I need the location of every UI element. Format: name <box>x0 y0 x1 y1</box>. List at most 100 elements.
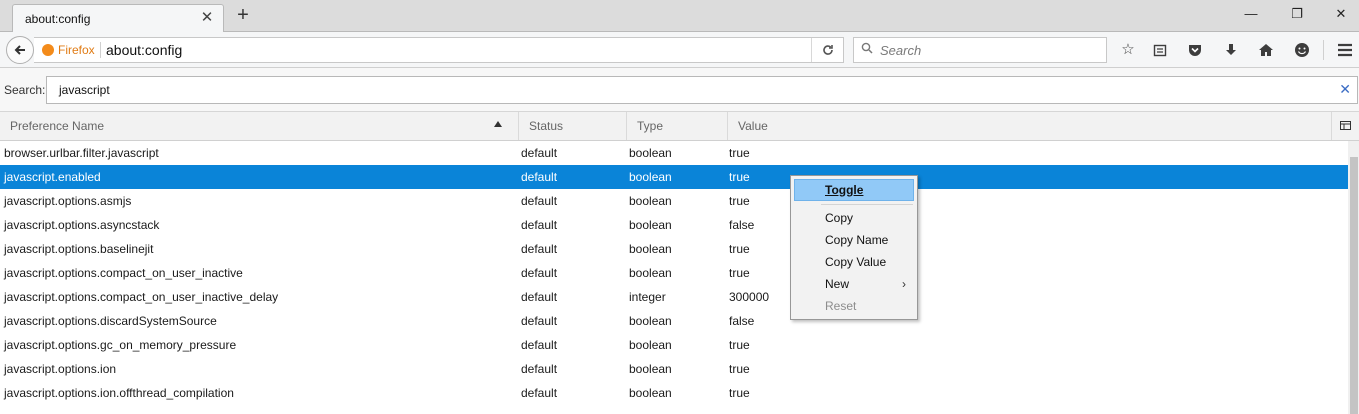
type-cell: boolean <box>629 170 672 184</box>
column-label: Status <box>529 119 564 133</box>
preference-name-cell: javascript.options.discardSystemSource <box>4 314 217 328</box>
status-cell: default <box>521 386 558 400</box>
preference-name-cell: javascript.options.ion.offthread_compila… <box>4 386 234 400</box>
preference-name-cell: javascript.options.asyncstack <box>4 218 160 232</box>
column-label: Type <box>637 119 664 133</box>
menu-item-new[interactable]: New › <box>794 273 914 295</box>
menu-item-copy-name[interactable]: Copy Name <box>794 229 914 251</box>
table-row[interactable]: javascript.options.gc_on_memory_pressure… <box>0 333 1348 357</box>
value-cell: true <box>729 266 750 280</box>
table-row[interactable]: browser.urlbar.filter.javascript default… <box>0 141 1348 165</box>
menu-item-copy[interactable]: Copy <box>794 207 914 229</box>
bookmark-star-icon[interactable]: ☆ <box>1118 40 1138 60</box>
menu-item-label: Copy Name <box>825 233 889 247</box>
status-cell: default <box>521 194 558 208</box>
vertical-scrollbar[interactable] <box>1348 141 1359 414</box>
pocket-icon[interactable] <box>1185 40 1205 60</box>
minimize-button[interactable]: — <box>1236 4 1266 24</box>
value-cell: true <box>729 362 750 376</box>
toolbar-separator <box>1323 40 1324 60</box>
table-row[interactable]: javascript.options.asyncstack default bo… <box>0 213 1348 237</box>
value-cell: false <box>729 314 755 328</box>
table-row[interactable]: javascript.options.ion.offthread_compila… <box>0 381 1348 405</box>
back-arrow-icon[interactable] <box>6 36 34 64</box>
clear-filter-icon[interactable]: ✕ <box>1339 81 1351 98</box>
table-row[interactable]: javascript.options.baselinejit default b… <box>0 237 1348 261</box>
status-cell: default <box>521 266 558 280</box>
reading-list-icon[interactable] <box>1150 40 1170 60</box>
preference-name-cell: javascript.enabled <box>4 170 101 184</box>
menu-item-toggle[interactable]: Toggle <box>794 179 914 201</box>
menu-item-label: Toggle <box>825 183 864 197</box>
url-text[interactable]: about:config <box>106 42 182 58</box>
firefox-logo-icon <box>42 44 54 56</box>
download-icon[interactable] <box>1221 40 1241 60</box>
menu-item-label: New <box>825 277 850 291</box>
value-cell: false <box>729 218 755 232</box>
table-row[interactable]: javascript.options.discardSystemSource d… <box>0 309 1348 333</box>
column-header: Preference Name Status Type Value <box>0 112 1359 141</box>
type-cell: boolean <box>629 218 672 232</box>
smiley-icon[interactable] <box>1292 40 1312 60</box>
status-cell: default <box>521 362 558 376</box>
url-bar[interactable]: Firefox about:config <box>34 37 844 63</box>
column-value[interactable]: Value <box>727 112 1331 140</box>
preference-name-cell: javascript.options.asmjs <box>4 194 132 208</box>
tab-title: about:config <box>25 12 91 26</box>
url-separator <box>100 42 101 58</box>
type-cell: boolean <box>629 266 672 280</box>
hamburger-menu-icon[interactable] <box>1335 40 1355 60</box>
type-cell: boolean <box>629 242 672 256</box>
submenu-arrow-icon: › <box>902 277 906 291</box>
identity-label[interactable]: Firefox <box>58 43 95 57</box>
column-picker-icon[interactable] <box>1331 112 1359 140</box>
preference-name-cell: browser.urlbar.filter.javascript <box>4 146 159 160</box>
menu-item-label: Copy Value <box>825 255 887 269</box>
home-icon[interactable] <box>1256 40 1276 60</box>
value-cell: true <box>729 242 750 256</box>
filter-value[interactable]: javascript <box>59 83 110 97</box>
tab-close-icon[interactable]: ✕ <box>199 10 215 26</box>
column-preference-name[interactable]: Preference Name <box>0 112 518 140</box>
type-cell: boolean <box>629 338 672 352</box>
type-cell: boolean <box>629 314 672 328</box>
column-label: Preference Name <box>10 119 105 133</box>
value-cell: true <box>729 146 750 160</box>
search-placeholder: Search <box>880 43 922 58</box>
column-status[interactable]: Status <box>518 112 626 140</box>
value-cell: true <box>729 338 750 352</box>
value-cell: true <box>729 194 750 208</box>
context-menu: Toggle Copy Copy Name Copy Value New › Re… <box>790 175 918 320</box>
close-window-button[interactable]: ✕ <box>1326 4 1356 24</box>
reload-icon[interactable] <box>811 38 843 62</box>
tab-about-config[interactable]: about:config ✕ <box>12 4 224 32</box>
table-row[interactable]: javascript.options.asmjs default boolean… <box>0 189 1348 213</box>
table-row[interactable]: javascript.options.ion default boolean t… <box>0 357 1348 381</box>
menu-item-label: Copy <box>825 211 854 225</box>
search-icon <box>861 42 873 57</box>
table-row[interactable]: javascript.options.compact_on_user_inact… <box>0 261 1348 285</box>
scrollbar-thumb[interactable] <box>1350 157 1358 414</box>
menu-item-copy-value[interactable]: Copy Value <box>794 251 914 273</box>
preference-name-cell: javascript.options.gc_on_memory_pressure <box>4 338 237 352</box>
status-cell: default <box>521 146 558 160</box>
table-row[interactable]: javascript.options.compact_on_user_inact… <box>0 285 1348 309</box>
value-cell: 300000 <box>729 290 770 304</box>
status-cell: default <box>521 170 558 184</box>
preference-list: browser.urlbar.filter.javascript default… <box>0 141 1348 414</box>
type-cell: boolean <box>629 386 672 400</box>
menu-item-reset: Reset <box>794 295 914 317</box>
search-bar[interactable]: Search <box>853 37 1107 63</box>
filter-input[interactable]: javascript ✕ <box>46 76 1358 104</box>
type-cell: boolean <box>629 362 672 376</box>
column-label: Value <box>738 119 768 133</box>
table-row[interactable]: javascript.enabled default boolean true <box>0 165 1348 189</box>
type-cell: boolean <box>629 194 672 208</box>
tab-strip: about:config ✕ + — ❐ ✕ <box>0 0 1359 32</box>
new-tab-button[interactable]: + <box>232 4 254 26</box>
status-cell: default <box>521 218 558 232</box>
preference-name-cell: javascript.options.compact_on_user_inact… <box>4 266 243 280</box>
column-type[interactable]: Type <box>626 112 727 140</box>
restore-button[interactable]: ❐ <box>1282 4 1312 24</box>
filter-row: Search: javascript ✕ <box>0 68 1359 112</box>
